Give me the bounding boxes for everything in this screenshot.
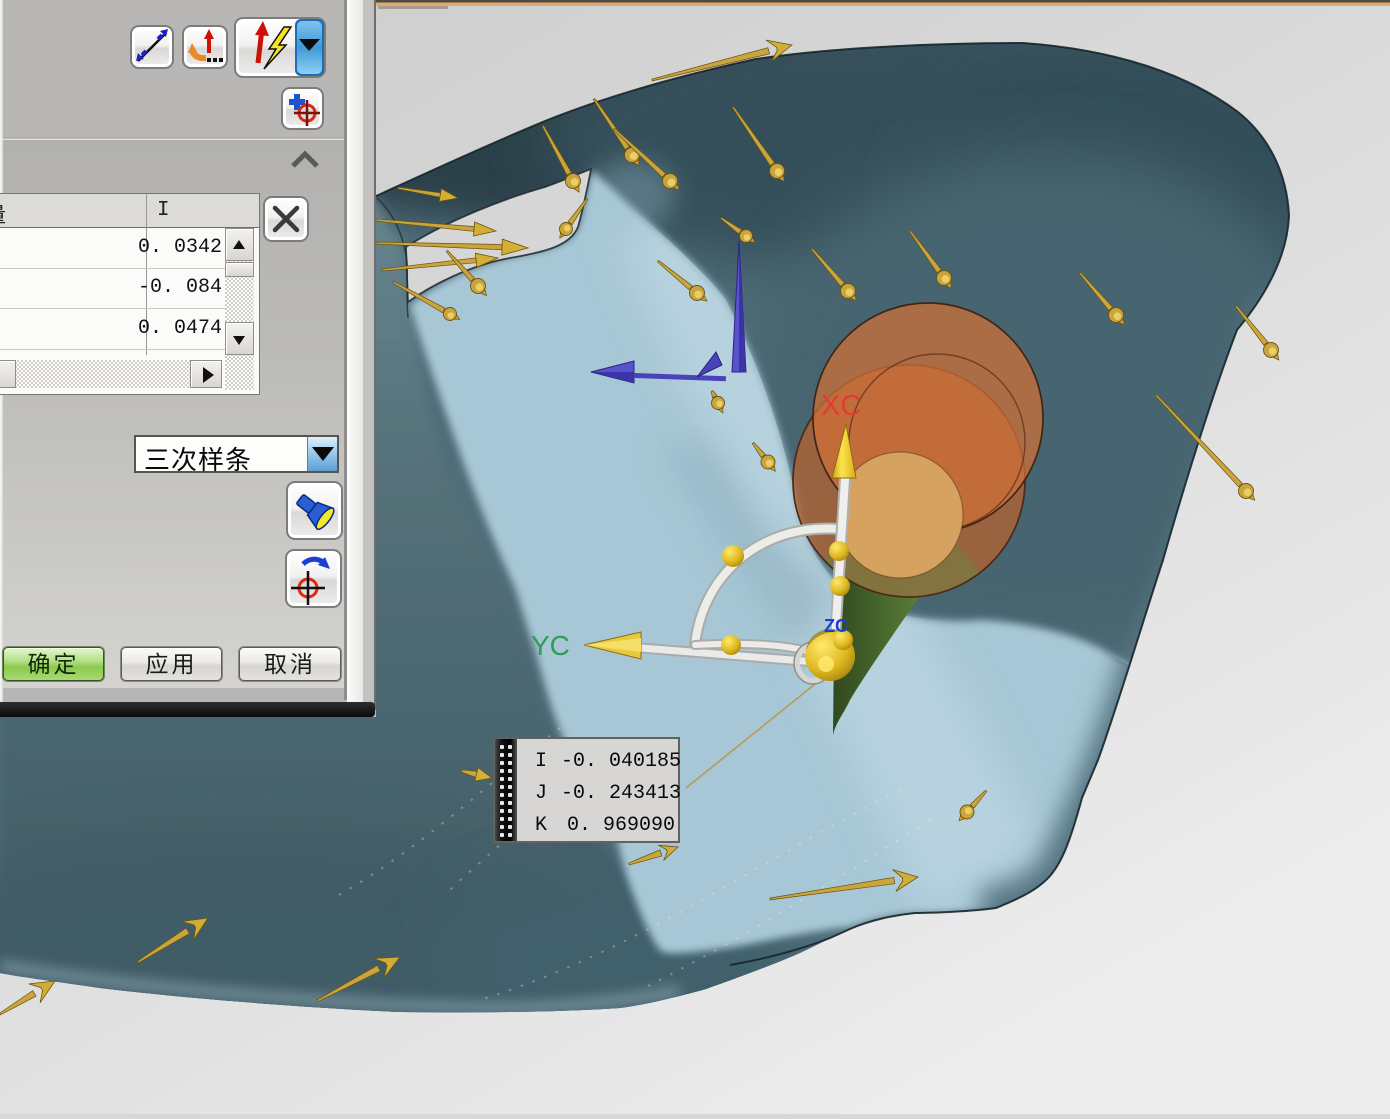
- svg-text:YC: YC: [531, 630, 570, 661]
- svg-text:ZC: ZC: [824, 616, 848, 636]
- svg-text:XC: XC: [821, 390, 861, 422]
